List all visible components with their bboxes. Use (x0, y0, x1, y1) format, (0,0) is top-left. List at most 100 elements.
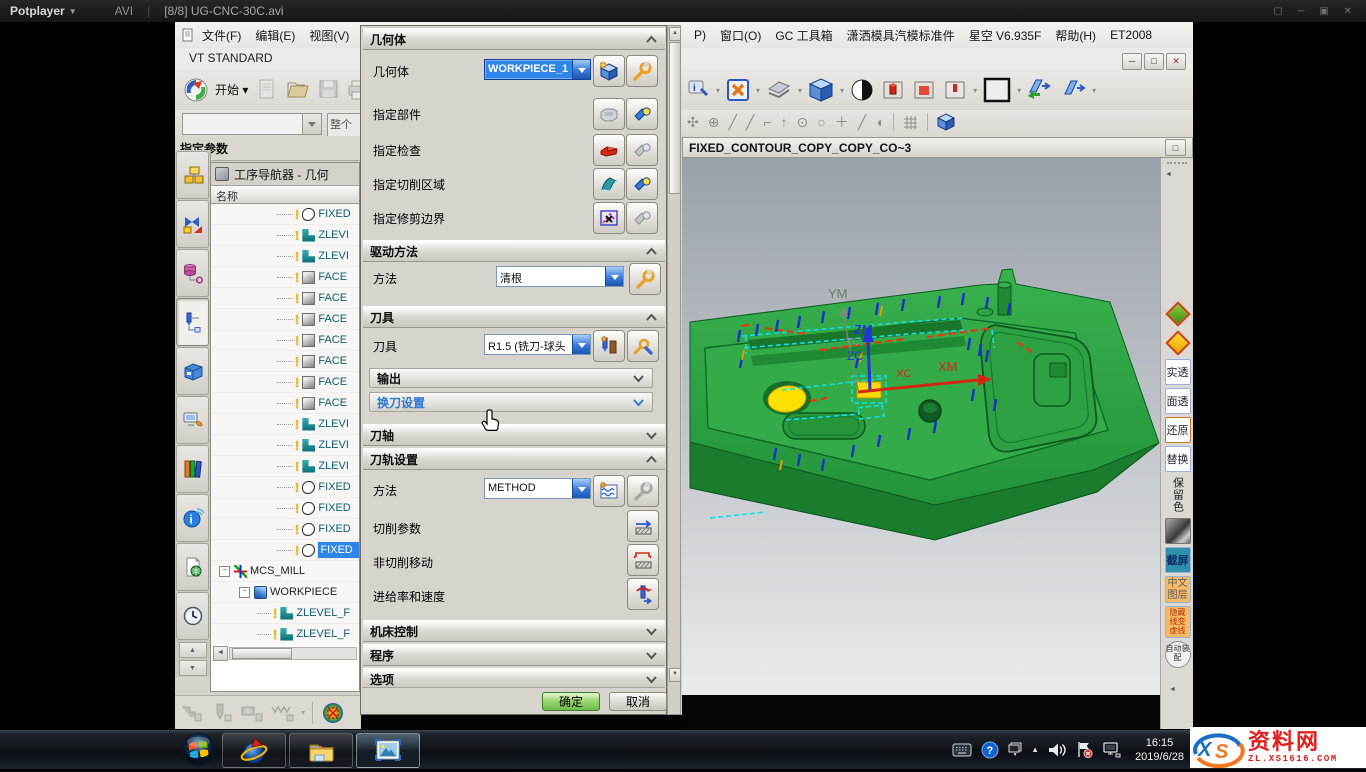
new-method-button[interactable] (593, 475, 625, 507)
solid-cube-icon[interactable] (937, 113, 955, 131)
network-tray-icon[interactable] (1102, 741, 1122, 758)
section-header-machine-control[interactable]: 机床控制 (363, 620, 665, 642)
select-check-button[interactable] (626, 134, 658, 166)
tool-combo[interactable]: R1.5 (铣刀-球头 (484, 334, 591, 355)
menu-item[interactable]: 潇洒模具汽模标准件 (840, 24, 962, 47)
tree-row[interactable]: − ! MCS_MILL (211, 561, 359, 582)
tree-row[interactable]: − ! FIXED (211, 477, 359, 498)
sidebar-button[interactable]: 替换 (1165, 446, 1191, 472)
edges-hidden-icon[interactable] (880, 77, 906, 103)
history-tab[interactable] (176, 592, 209, 640)
specify-cut-area-button[interactable] (593, 168, 625, 200)
geometry-combo[interactable]: WORKPIECE_1 (484, 59, 591, 80)
tree-row[interactable]: − ! ZLEVI (211, 414, 359, 435)
sidebar-button[interactable]: 保留色 (1165, 475, 1191, 515)
window-switch-tray-icon[interactable]: ▼ (1008, 742, 1022, 757)
start-button[interactable] (181, 732, 217, 768)
center-snap-icon[interactable]: ⊙ (797, 114, 809, 131)
section-header-tool[interactable]: 刀具 (363, 306, 665, 328)
new-geometry-button[interactable] (593, 55, 625, 87)
help-tray-icon[interactable]: ? (981, 741, 999, 759)
edit-method-button[interactable] (627, 475, 659, 507)
circle-snap-icon[interactable]: ○ (817, 114, 825, 130)
sidebar-button[interactable] (1165, 301, 1191, 327)
chevron-down-icon[interactable]: ▾ (301, 708, 305, 717)
move-handle-icon[interactable]: ✣ (687, 114, 699, 131)
mill-tool-icon[interactable] (179, 701, 205, 725)
toolbar-grip[interactable] (1167, 162, 1187, 170)
scroll-down-icon[interactable]: ▼ (669, 668, 681, 682)
specify-check-button[interactable] (593, 134, 625, 166)
tree-row[interactable]: − ! WORKPIECE (211, 582, 359, 603)
facet-body-icon[interactable] (911, 77, 937, 103)
keyboard-tray-icon[interactable] (952, 743, 972, 757)
line-snap-icon[interactable]: ╱ (728, 114, 736, 131)
sidebar-button[interactable] (1165, 518, 1191, 544)
chevron-down-icon[interactable]: ▾ (840, 86, 844, 95)
select-trim-button[interactable] (626, 202, 658, 234)
menu-item[interactable]: 视图(V) (302, 24, 356, 47)
tree-row[interactable]: − ! ZLEVI (211, 225, 359, 246)
resource-scroll-down-button[interactable]: ▼ (179, 660, 207, 676)
close-button[interactable]: ✕ (1166, 53, 1186, 70)
menu-item[interactable]: 编辑(E) (248, 24, 302, 47)
chevron-down-icon[interactable]: ▾ (716, 86, 720, 95)
internet-info-tab[interactable]: i (176, 494, 209, 542)
expand-box-icon[interactable]: − (219, 566, 230, 577)
wire-edm-icon[interactable] (269, 701, 297, 725)
menu-item[interactable]: 文件(F) (195, 24, 248, 47)
swap-pane-icon[interactable] (1059, 76, 1087, 104)
drive-method-combo[interactable]: 清根 (496, 266, 624, 287)
menu-item[interactable]: P) (687, 25, 713, 45)
section-header-program[interactable]: 程序 (363, 644, 665, 666)
sidebar-button[interactable]: 还原 (1165, 417, 1191, 443)
translucency-icon[interactable] (942, 77, 968, 103)
menu-item[interactable]: ET2008 (1103, 25, 1159, 45)
scroll-up-icon[interactable]: ▲ (669, 27, 681, 41)
tree-row[interactable]: − ! FACE (211, 288, 359, 309)
tree-row[interactable]: − ! ZLEVI (211, 456, 359, 477)
section-header-drive-method[interactable]: 驱动方法 (363, 240, 665, 262)
edit-tool-button[interactable] (627, 330, 659, 362)
assembly-navigator-tab[interactable] (176, 151, 209, 199)
verify-gouge-icon[interactable] (320, 700, 346, 726)
menu-item[interactable]: 帮助(H) (1048, 24, 1103, 47)
volume-tray-icon[interactable] (1048, 742, 1066, 758)
chevron-down-icon[interactable]: ▾ (1017, 86, 1021, 95)
wireframe-display-icon[interactable] (849, 77, 875, 103)
section-view-icon[interactable] (765, 77, 793, 103)
minimize-button[interactable]: ─ (1122, 53, 1142, 70)
player-window-controls[interactable]: ▢ ─ ▣ ✕ (1273, 6, 1358, 17)
sidebar-button[interactable]: 中文图层 (1165, 576, 1191, 603)
tree-row[interactable]: − ! FIXED (211, 498, 359, 519)
action-center-flag-icon[interactable] (1075, 741, 1093, 758)
section-header-tool-axis[interactable]: 刀轴 (363, 424, 665, 446)
collapse-left-icon[interactable]: ◄ (1165, 171, 1193, 178)
path-method-combo[interactable]: METHOD (484, 478, 591, 499)
tree-row[interactable]: − ! ZLEVEL_F (211, 603, 359, 624)
edit-drive-method-button[interactable] (629, 263, 661, 295)
tree-row[interactable]: − ! ZLEVI (211, 246, 359, 267)
non-cutting-button[interactable] (627, 544, 659, 576)
specify-part-button[interactable] (593, 98, 625, 130)
menu-item[interactable]: GC 工具箱 (768, 24, 839, 47)
open-file-icon[interactable] (285, 77, 311, 103)
player-app-menu[interactable]: Potplayer (10, 4, 65, 18)
background-color-icon[interactable] (982, 76, 1012, 104)
new-file-icon[interactable] (255, 77, 279, 103)
rotate-handle-icon[interactable]: ⊕ (708, 114, 720, 131)
sidebar-button[interactable]: 实透 (1165, 359, 1191, 385)
integration-monitor-tab[interactable] (176, 396, 209, 444)
midpoint-snap-icon[interactable]: ╱ (746, 114, 754, 131)
tree-row[interactable]: − ! FIXED (211, 204, 359, 225)
tree-row[interactable]: − ! FIXED (211, 540, 359, 561)
tree-row[interactable]: − ! FACE (211, 393, 359, 414)
tree-row[interactable]: − ! ZLEVEL_F (211, 624, 359, 644)
scroll-left-icon[interactable]: ◄ (213, 646, 228, 661)
viewport-3d[interactable]: YM ZM YC ZC XC XM (682, 158, 1160, 695)
point-snap-icon[interactable]: ＋ (835, 112, 849, 132)
selection-scope-combo[interactable] (182, 113, 322, 135)
sidebar-button[interactable]: 隐藏线变虚线 (1165, 606, 1191, 638)
feeds-speeds-button[interactable] (627, 578, 659, 610)
collapse-left-icon[interactable]: ◄ (1169, 686, 1176, 693)
